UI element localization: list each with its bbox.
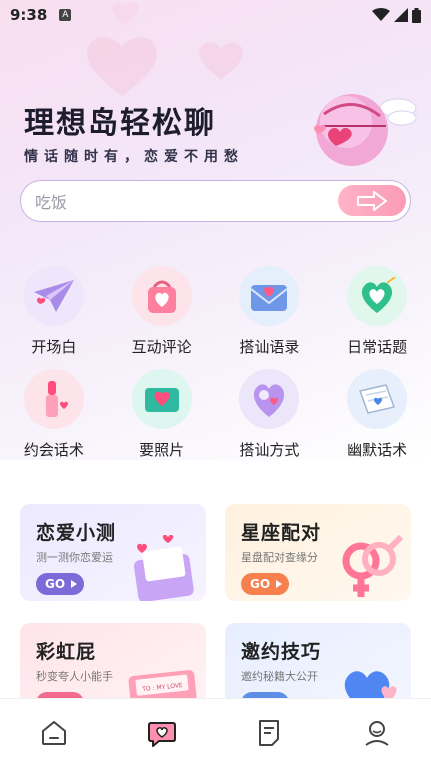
- category-icon-bg: [23, 266, 84, 326]
- category-icon-bg: [239, 266, 300, 326]
- signal-icon: [394, 8, 408, 22]
- category-label: 开场白: [31, 338, 77, 356]
- category-label: 约会话术: [23, 441, 84, 459]
- category-daily-topics[interactable]: 日常话题: [323, 266, 431, 357]
- category-label: 搭讪语录: [239, 338, 300, 356]
- category-icon-bg: [23, 369, 84, 429]
- category-icon-bg: [131, 369, 192, 429]
- bottom-tab-bar: [0, 698, 431, 766]
- category-label: 日常话题: [347, 338, 408, 356]
- envelope-icon: [250, 285, 288, 311]
- category-icon-bg: [347, 266, 408, 326]
- page-title: 理想岛轻松聊: [24, 106, 216, 141]
- category-pickup-quotes[interactable]: 搭讪语录: [216, 266, 324, 357]
- arrow-right-icon: [357, 190, 387, 211]
- go-button[interactable]: GO: [36, 573, 84, 595]
- chevron-right-icon: [276, 580, 283, 588]
- tab-home[interactable]: [0, 699, 108, 766]
- background-heart-icon: [199, 42, 243, 80]
- category-icon-bg: [347, 369, 408, 429]
- category-icon-bg: [239, 369, 300, 429]
- heart-balloon-icon: [254, 384, 285, 417]
- category-label: 搭讪方式: [239, 441, 300, 459]
- category-interactive-comments[interactable]: 互动评论: [108, 266, 216, 357]
- category-label: 幽默话术: [347, 441, 408, 459]
- category-date-talk[interactable]: 约会话术: [0, 369, 108, 460]
- tab-notes[interactable]: [216, 699, 324, 766]
- category-label: 互动评论: [131, 338, 192, 356]
- card-title: 彩虹屁: [36, 641, 97, 663]
- gift-bag-icon: [147, 280, 176, 313]
- tab-profile[interactable]: [323, 699, 431, 766]
- lipstick-icon: [45, 381, 68, 417]
- notes-tab-icon: [259, 719, 280, 746]
- search-input[interactable]: 吃饭: [35, 189, 67, 213]
- gender-symbols-art-icon: [342, 534, 404, 597]
- search-submit-button[interactable]: [338, 185, 406, 216]
- notification-badge: A: [59, 9, 72, 21]
- category-label: 要照片: [139, 441, 185, 459]
- category-humor-talk[interactable]: 幽默话术: [323, 369, 431, 460]
- battery-icon: [412, 7, 421, 23]
- category-icon-bg: [131, 266, 192, 326]
- go-label: GO: [45, 577, 66, 591]
- search-bar[interactable]: 吃饭: [20, 180, 411, 222]
- cupid-heart-mascot-icon: [314, 94, 417, 166]
- love-letter-art-icon: [133, 535, 194, 601]
- heart-letter-icon: [144, 388, 179, 412]
- heart-badge-icon: [362, 277, 396, 313]
- status-time: 9:38: [10, 6, 48, 24]
- category-grid: 开场白 互动评论 搭讪语录 日常话题 约会话术 要照片 搭讪方式 幽默话术: [0, 266, 431, 460]
- go-label: GO: [250, 577, 271, 591]
- home-tab-icon: [41, 720, 66, 745]
- status-bar: 9:38 A: [0, 0, 431, 30]
- category-ask-photo[interactable]: 要照片: [108, 369, 216, 460]
- chat-heart-tab-icon: [147, 721, 176, 747]
- chevron-right-icon: [71, 580, 78, 588]
- card-love-test[interactable]: 恋爱小测 测一测你恋爱运 GO: [20, 504, 206, 601]
- profile-tab-icon: [365, 720, 389, 746]
- page-subtitle: 情话随时有，恋爱不用愁: [24, 149, 244, 165]
- tab-chat[interactable]: [108, 699, 216, 766]
- scroll-icon: [359, 384, 396, 414]
- background-heart-icon: [87, 37, 157, 96]
- category-pickup-methods[interactable]: 搭讪方式: [216, 369, 324, 460]
- card-title: 邀约技巧: [241, 641, 322, 663]
- card-zodiac-match[interactable]: 星座配对 星盘配对查缘分 GO: [225, 504, 411, 601]
- go-button[interactable]: GO: [241, 573, 289, 595]
- category-opening-line[interactable]: 开场白: [0, 266, 108, 357]
- paper-plane-icon: [33, 280, 74, 312]
- wifi-icon: [372, 8, 390, 21]
